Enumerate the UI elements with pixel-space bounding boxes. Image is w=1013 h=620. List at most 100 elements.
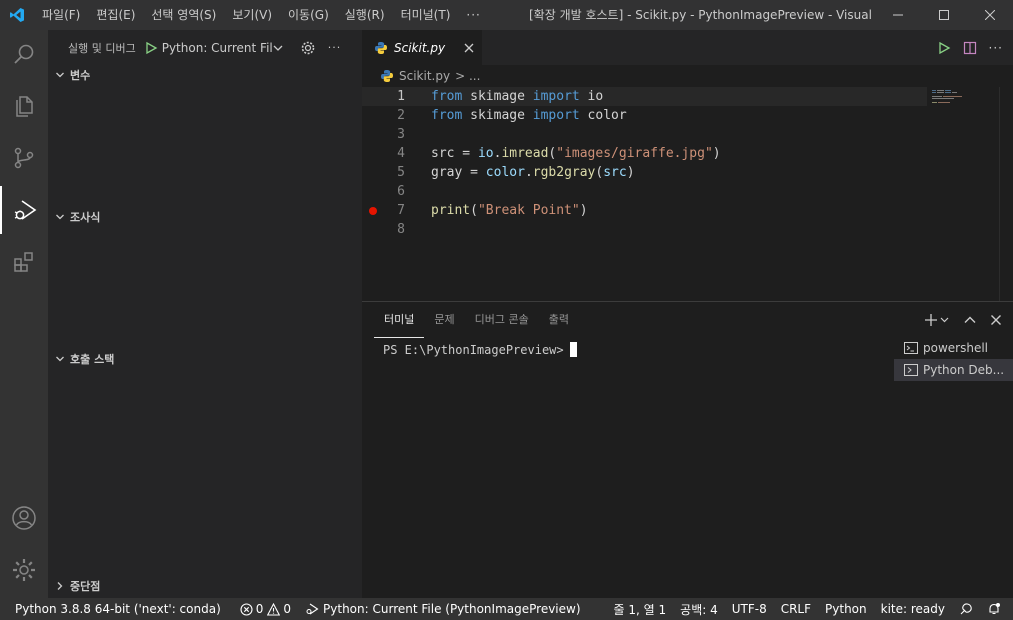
- terminal-cursor: [569, 342, 577, 357]
- tab-scikit-py[interactable]: Scikit.py: [362, 30, 482, 65]
- section-breakpoints[interactable]: 중단점: [48, 575, 362, 597]
- code-editor[interactable]: 1 from skimage import io 2 from skimage …: [362, 87, 1013, 301]
- section-watch[interactable]: 조사식: [48, 206, 362, 228]
- section-variables[interactable]: 변수: [48, 64, 362, 86]
- activity-manage[interactable]: [0, 546, 48, 594]
- tab-debug-console[interactable]: 디버그 콘솔: [465, 302, 539, 338]
- terminal-list: powershell Python Deb...: [894, 337, 1013, 381]
- run-debug-icon: [306, 603, 319, 615]
- code-line: 1 from skimage import io: [362, 87, 927, 106]
- close-panel-icon[interactable]: [989, 313, 1003, 327]
- debug-config-selector[interactable]: Python: Current Fil: [144, 37, 284, 59]
- start-debug-icon[interactable]: [144, 41, 158, 55]
- feedback-button[interactable]: [952, 598, 980, 620]
- error-icon: [240, 602, 253, 616]
- panel-actions: [925, 302, 1003, 338]
- cursor-position[interactable]: 줄 1, 열 1: [607, 598, 674, 620]
- tab-output[interactable]: 출력: [539, 302, 579, 338]
- bottom-panel: 터미널 문제 디버그 콘솔 출력 PS E:\PythonImagePrevie…: [362, 301, 1013, 598]
- editor-tab-bar: Scikit.py ···: [362, 30, 1013, 65]
- run-python-file-icon[interactable]: [937, 41, 951, 55]
- minimap[interactable]: [928, 87, 1008, 301]
- search-icon: [14, 44, 34, 64]
- menu-terminal[interactable]: 터미널(T): [393, 0, 459, 30]
- chevron-down-icon: [52, 67, 68, 83]
- notifications-button[interactable]: [980, 598, 1013, 620]
- section-call-stack[interactable]: 호출 스택: [48, 348, 362, 370]
- split-editor-icon[interactable]: [963, 41, 977, 55]
- language-mode[interactable]: Python: [818, 598, 874, 620]
- minimize-button[interactable]: [875, 0, 921, 30]
- account-icon: [12, 506, 36, 530]
- terminal-item-label: Python Deb...: [923, 363, 1005, 377]
- terminal-item-python-debug[interactable]: Python Deb...: [894, 359, 1013, 381]
- python-file-icon: [381, 70, 393, 82]
- tab-label: Scikit.py: [394, 40, 446, 55]
- menu-go[interactable]: 이동(G): [280, 0, 337, 30]
- close-tab-icon[interactable]: [464, 43, 474, 53]
- terminal-prompt: PS E:\PythonImagePreview>: [383, 342, 564, 357]
- debug-config-label: Python: Current File (PythonImagePreview…: [323, 602, 581, 616]
- close-icon: [985, 10, 995, 20]
- maximize-button[interactable]: [921, 0, 967, 30]
- tab-problems[interactable]: 문제: [424, 302, 464, 338]
- line-number: 6: [397, 184, 405, 199]
- tab-terminal[interactable]: 터미널: [374, 302, 425, 338]
- sidebar-header: 실행 및 디버그 Python: Current Fil ···: [48, 30, 362, 65]
- python-interpreter[interactable]: Python 3.8.8 64-bit ('next': conda): [0, 598, 228, 620]
- menu-edit[interactable]: 편집(E): [88, 0, 143, 30]
- terminal-item-label: powershell: [923, 341, 988, 355]
- editor-scrollbar[interactable]: [999, 87, 1013, 301]
- section-breakpoints-label: 중단점: [70, 580, 101, 593]
- menu-run[interactable]: 실행(R): [337, 0, 393, 30]
- section-call-stack-label: 호출 스택: [70, 353, 115, 366]
- menu-bar: 파일(F) 편집(E) 선택 영역(S) 보기(V) 이동(G) 실행(R) 터…: [34, 0, 489, 30]
- terminal-icon: [904, 364, 918, 376]
- new-terminal-icon[interactable]: [925, 313, 951, 327]
- section-watch-label: 조사식: [70, 211, 101, 224]
- problems-indicator[interactable]: 0 0: [228, 598, 298, 620]
- terminal-item-powershell[interactable]: powershell: [894, 337, 1013, 359]
- error-count: 0: [255, 602, 264, 616]
- close-window-button[interactable]: [967, 0, 1013, 30]
- menu-more-button[interactable]: ···: [458, 8, 488, 22]
- section-variables-label: 변수: [70, 69, 91, 82]
- activity-source-control[interactable]: [0, 134, 48, 182]
- code-line: 7 print("Break Point"): [362, 201, 927, 220]
- vscode-logo-icon: [0, 0, 34, 30]
- line-number: 2: [397, 108, 405, 123]
- activity-run-debug[interactable]: [0, 186, 48, 234]
- breadcrumb-symbols[interactable]: > ...: [455, 69, 480, 83]
- encoding[interactable]: UTF-8: [725, 598, 774, 620]
- terminal-output[interactable]: PS E:\PythonImagePreview>: [383, 342, 577, 357]
- status-bar: Python 3.8.8 64-bit ('next': conda) 0 0 …: [0, 598, 1013, 620]
- breadcrumb-file[interactable]: Scikit.py: [399, 69, 450, 83]
- indentation[interactable]: 공백: 4: [673, 598, 725, 620]
- open-launch-json-gear-icon[interactable]: [300, 40, 316, 56]
- line-number: 7: [397, 203, 405, 218]
- menu-selection[interactable]: 선택 영역(S): [143, 0, 224, 30]
- editor-more-actions-button[interactable]: ···: [989, 41, 1003, 55]
- title-bar: 파일(F) 편집(E) 선택 영역(S) 보기(V) 이동(G) 실행(R) 터…: [0, 0, 1013, 30]
- menu-file[interactable]: 파일(F): [34, 0, 88, 30]
- maximize-panel-icon[interactable]: [963, 313, 977, 327]
- editor-actions: ···: [937, 30, 1003, 65]
- activity-extensions[interactable]: [0, 238, 48, 286]
- run-debug-sidebar: 실행 및 디버그 Python: Current Fil ··· 변수 조사식 …: [48, 30, 362, 598]
- files-icon: [16, 96, 33, 117]
- code-text: src = io.imread("images/giraffe.jpg"): [431, 146, 721, 161]
- sidebar-title: 실행 및 디버그: [68, 41, 136, 55]
- chevron-down-icon[interactable]: [272, 42, 284, 54]
- activity-explorer-search[interactable]: [0, 30, 48, 78]
- gear-icon: [13, 559, 35, 581]
- activity-accounts[interactable]: [0, 494, 48, 542]
- end-of-line[interactable]: CRLF: [774, 598, 818, 620]
- kite-status[interactable]: kite: ready: [874, 598, 952, 620]
- python-file-icon: [375, 41, 387, 54]
- panel-tabs: 터미널 문제 디버그 콘솔 출력: [374, 302, 579, 338]
- sidebar-more-actions-button[interactable]: ···: [328, 41, 342, 54]
- menu-view[interactable]: 보기(V): [224, 0, 280, 30]
- debug-config-dropdown[interactable]: Python: Current Fil: [162, 41, 272, 55]
- debug-config-status[interactable]: Python: Current File (PythonImagePreview…: [298, 598, 587, 620]
- activity-explorer[interactable]: [0, 82, 48, 130]
